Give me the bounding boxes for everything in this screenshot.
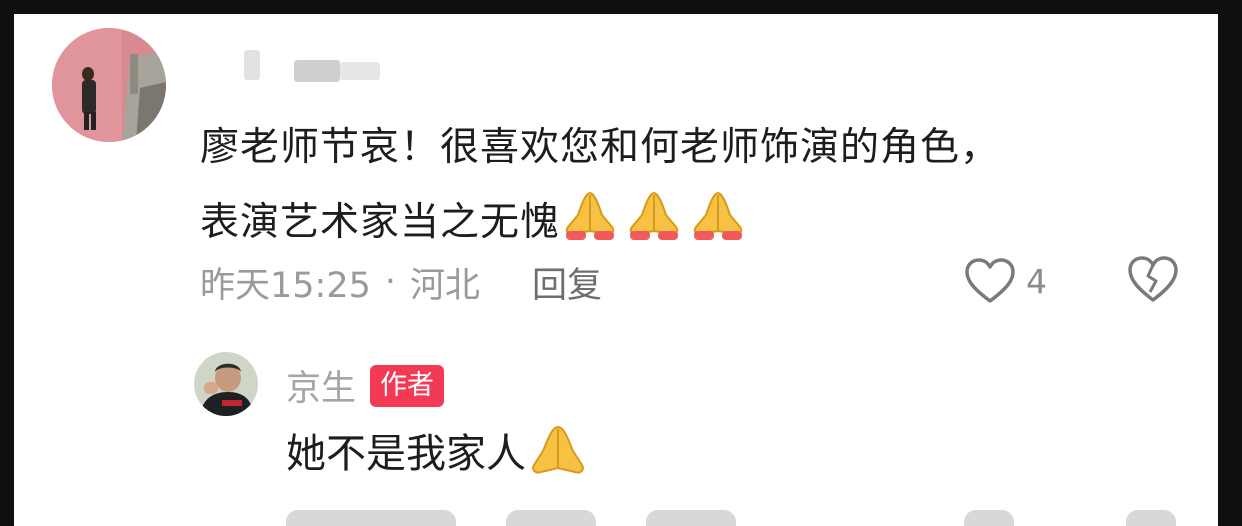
- folded-hands-icon: [532, 425, 584, 474]
- comment-body: 廖老师节哀！很喜欢您和何老师饰演的角色， 表演艺术家当之无愧: [200, 110, 1180, 266]
- meta-separator: ·: [384, 262, 397, 302]
- comment-location: 河北: [410, 265, 481, 306]
- reply-body-text: 她不是我家人: [286, 431, 526, 477]
- emoji-group: [560, 187, 752, 266]
- dislike-button[interactable]: [1126, 254, 1180, 308]
- reply-meta-cutoff: [286, 510, 1186, 526]
- folded-hands-icon: [565, 191, 615, 240]
- reply-button[interactable]: 回复: [532, 257, 602, 308]
- heart-icon: [965, 258, 1015, 303]
- reply-body: 她不是我家人: [286, 422, 592, 486]
- folded-hands-icon: [693, 191, 743, 240]
- comment-meta: 昨天15:25 · 河北 回复: [200, 258, 602, 306]
- like-button[interactable]: 4: [964, 254, 1047, 308]
- broken-heart-icon: [1128, 256, 1178, 302]
- cutoff-placeholder: [646, 510, 736, 526]
- reply-author-avatar[interactable]: [194, 352, 258, 416]
- comment-time: 昨天15:25: [200, 265, 371, 306]
- comment-line-2-text: 表演艺术家当之无愧: [200, 200, 561, 245]
- reply-author: 京生 作者: [286, 360, 445, 411]
- cutoff-placeholder: [964, 510, 1014, 526]
- cutoff-placeholder: [1126, 510, 1176, 526]
- author-badge: 作者: [370, 364, 445, 407]
- like-count: 4: [1026, 261, 1047, 301]
- comment-panel: 廖老师节哀！很喜欢您和何老师饰演的角色， 表演艺术家当之无愧 昨天15:25 ·…: [14, 14, 1218, 526]
- reply-author-name[interactable]: 京生: [286, 360, 356, 411]
- folded-hands-icon: [629, 191, 679, 240]
- comment-line-1: 廖老师节哀！很喜欢您和何老师饰演的角色，: [200, 125, 1001, 170]
- commenter-avatar[interactable]: [52, 28, 166, 142]
- cutoff-placeholder: [506, 510, 596, 526]
- commenter-name-redacted: [204, 50, 384, 82]
- cutoff-placeholder: [286, 510, 456, 526]
